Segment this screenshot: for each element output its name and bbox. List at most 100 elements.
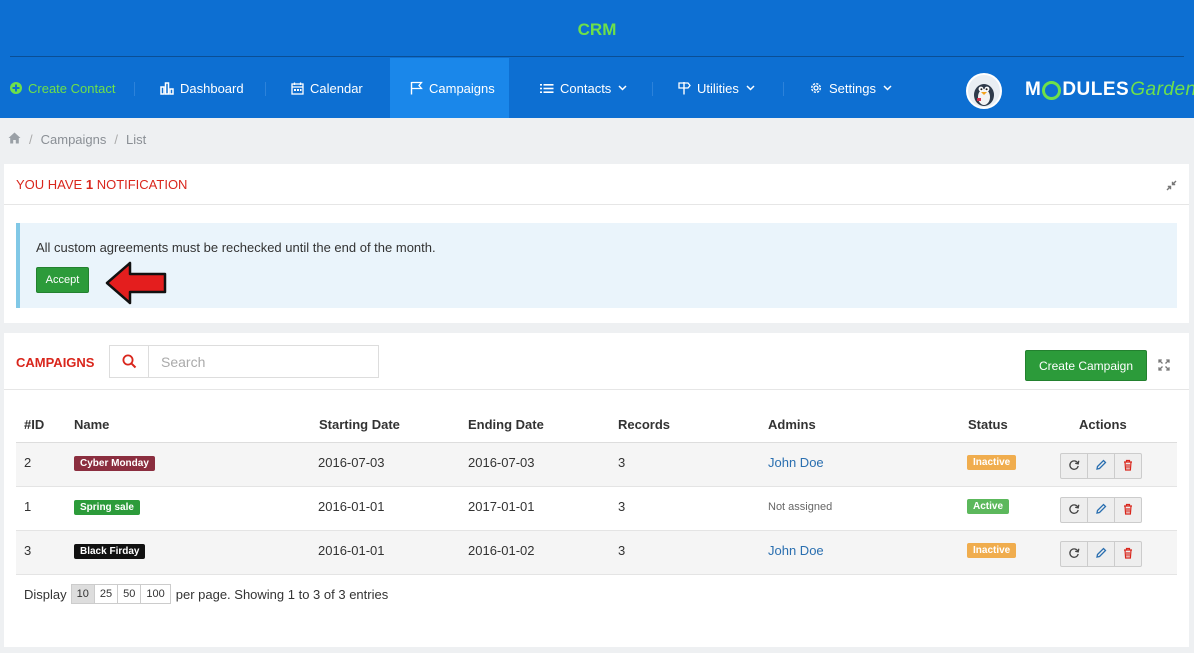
page-size-25[interactable]: 25 xyxy=(93,584,119,604)
refresh-icon xyxy=(1068,459,1080,474)
expand-icon[interactable] xyxy=(1158,359,1170,374)
nav-utilities-label: Utilities xyxy=(697,80,739,96)
edit-button[interactable] xyxy=(1087,541,1115,567)
modulesgarden-logo: M DULES Garden xyxy=(1025,79,1194,101)
column-header-records[interactable]: Records xyxy=(618,417,670,432)
compress-icon[interactable] xyxy=(1166,179,1177,194)
campaigns-title: CAMPAIGNS xyxy=(16,355,95,370)
search-input[interactable] xyxy=(149,346,369,377)
trash-icon xyxy=(1122,547,1134,562)
notification-alert: All custom agreements must be rechecked … xyxy=(16,223,1177,308)
logo-o-ring xyxy=(1042,80,1062,100)
row-admin-link[interactable]: John Doe xyxy=(768,455,824,470)
create-campaign-button[interactable]: Create Campaign xyxy=(1025,350,1147,381)
nav-separator xyxy=(652,82,653,96)
notification-suffix: NOTIFICATION xyxy=(93,177,188,192)
nav-dashboard[interactable]: Dashboard xyxy=(160,58,244,118)
row-admin-link[interactable]: John Doe xyxy=(768,543,824,558)
row-actions xyxy=(1060,453,1142,479)
nav-dashboard-label: Dashboard xyxy=(180,80,244,96)
notification-divider xyxy=(4,204,1189,205)
row-ending-date: 2016-07-03 xyxy=(468,455,535,470)
row-ending-date: 2016-01-02 xyxy=(468,543,535,558)
nav-calendar-label: Calendar xyxy=(310,80,363,96)
delete-button[interactable] xyxy=(1114,453,1142,479)
nav-separator xyxy=(134,82,135,96)
table-footer: Display 10 25 50 100 per page. Showing 1… xyxy=(24,584,388,604)
breadcrumb-separator: / xyxy=(29,132,33,147)
pencil-icon xyxy=(1095,459,1107,474)
column-header-admins[interactable]: Admins xyxy=(768,417,816,432)
delete-button[interactable] xyxy=(1114,497,1142,523)
row-records: 3 xyxy=(618,499,626,514)
table-row: 2 Cyber Monday 2016-07-03 2016-07-03 3 J… xyxy=(16,443,1177,487)
pencil-icon xyxy=(1095,503,1107,518)
campaign-name-label[interactable]: Cyber Monday xyxy=(74,456,155,471)
header-divider xyxy=(10,56,1184,57)
home-icon[interactable] xyxy=(8,132,21,147)
page-size-10[interactable]: 10 xyxy=(70,584,95,604)
table-row: 1 Spring sale 2016-01-01 2017-01-01 3 No… xyxy=(16,487,1177,531)
search-box xyxy=(109,345,379,378)
refresh-button[interactable] xyxy=(1060,453,1088,479)
column-header-starting-date[interactable]: Starting Date xyxy=(319,417,400,432)
chevron-down-icon xyxy=(746,85,755,91)
nav-contacts[interactable]: Contacts xyxy=(540,58,627,118)
gear-icon xyxy=(809,81,823,95)
refresh-icon xyxy=(1068,503,1080,518)
refresh-button[interactable] xyxy=(1060,541,1088,567)
notification-prefix: YOU HAVE xyxy=(16,177,86,192)
nav-utilities[interactable]: Utilities xyxy=(678,58,755,118)
notification-count: 1 xyxy=(85,177,94,192)
page-size-100[interactable]: 100 xyxy=(140,584,171,604)
calendar-icon xyxy=(291,82,304,95)
status-badge: Inactive xyxy=(967,455,1017,470)
nav-settings-label: Settings xyxy=(829,80,876,96)
refresh-icon xyxy=(1068,547,1080,562)
nav-settings[interactable]: Settings xyxy=(809,58,892,118)
notification-message: All custom agreements must be rechecked … xyxy=(36,240,436,255)
delete-button[interactable] xyxy=(1114,541,1142,567)
penguin-avatar-icon xyxy=(974,84,994,106)
chevron-down-icon xyxy=(618,85,627,91)
flag-icon xyxy=(410,81,423,95)
notification-panel: YOU HAVE 1 NOTIFICATION All custom agree… xyxy=(4,164,1189,323)
breadcrumb-list: List xyxy=(126,132,147,147)
row-id: 3 xyxy=(24,543,32,558)
column-header-status[interactable]: Status xyxy=(968,417,1008,432)
nav-separator xyxy=(265,82,266,96)
column-header-ending-date[interactable]: Ending Date xyxy=(468,417,544,432)
entries-summary: per page. Showing 1 to 3 of 3 entries xyxy=(175,586,389,602)
logo-text-dules: DULES xyxy=(1062,79,1130,100)
edit-button[interactable] xyxy=(1087,453,1115,479)
column-header-name[interactable]: Name xyxy=(74,417,109,432)
nav-create-contact[interactable]: Create Contact xyxy=(10,58,115,118)
chevron-down-icon xyxy=(883,85,892,91)
search-icon[interactable] xyxy=(110,346,149,377)
status-badge: Active xyxy=(967,499,1010,514)
nav-contacts-label: Contacts xyxy=(560,80,612,96)
signpost-icon xyxy=(678,81,691,95)
nav-calendar[interactable]: Calendar xyxy=(291,58,363,118)
refresh-button[interactable] xyxy=(1060,497,1088,523)
accept-button[interactable]: Accept xyxy=(36,267,89,293)
row-starting-date: 2016-01-01 xyxy=(318,543,385,558)
campaign-name-label[interactable]: Black Firday xyxy=(74,544,146,559)
logo-text-m: M xyxy=(1025,79,1042,100)
row-starting-date: 2016-07-03 xyxy=(318,455,385,470)
row-actions xyxy=(1060,497,1142,523)
bar-chart-icon xyxy=(160,81,174,95)
campaign-name-label[interactable]: Spring sale xyxy=(74,500,140,515)
row-id: 2 xyxy=(24,455,32,470)
pencil-icon xyxy=(1095,547,1107,562)
column-header-id[interactable]: #ID xyxy=(24,417,44,432)
red-arrow-icon xyxy=(105,261,167,305)
page-size-50[interactable]: 50 xyxy=(117,584,142,604)
breadcrumb-campaigns[interactable]: Campaigns xyxy=(41,132,107,147)
row-ending-date: 2017-01-01 xyxy=(468,499,535,514)
edit-button[interactable] xyxy=(1087,497,1115,523)
nav-campaigns[interactable]: Campaigns xyxy=(390,58,509,118)
avatar[interactable] xyxy=(966,73,1002,109)
breadcrumb: / Campaigns / List xyxy=(8,132,146,147)
main-nav: Create Contact Dashboard Calendar Campai… xyxy=(0,58,1194,118)
